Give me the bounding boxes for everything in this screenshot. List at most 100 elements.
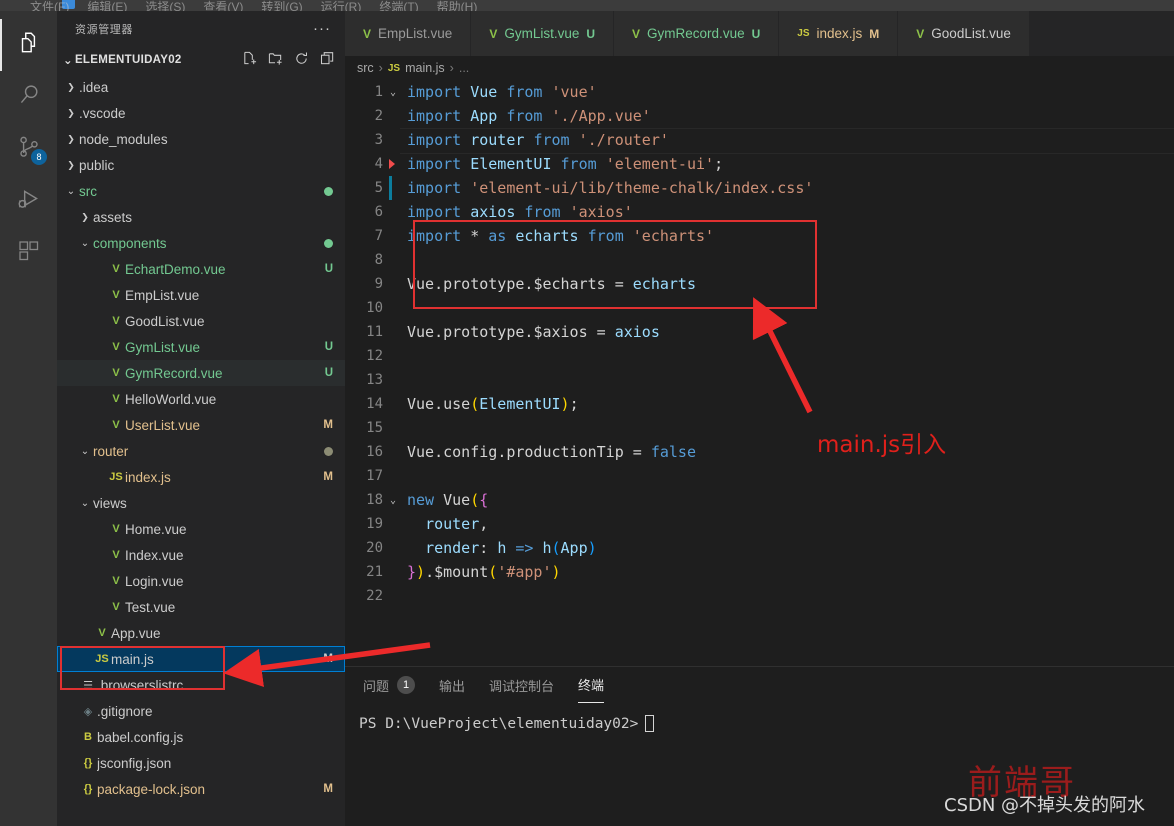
code-line[interactable]: 9 Vue.prototype.$echarts = echarts	[345, 272, 1174, 296]
code-line[interactable]: 19 router,	[345, 512, 1174, 536]
tree-item-echartdemo-vue[interactable]: V EchartDemo.vue U	[57, 256, 345, 282]
tree-item-test-vue[interactable]: V Test.vue	[57, 594, 345, 620]
code-line[interactable]: 1 ⌄ import Vue from 'vue'	[345, 80, 1174, 104]
tree-item-index-vue[interactable]: V Index.vue	[57, 542, 345, 568]
chevron-down-icon[interactable]: ⌄	[77, 238, 93, 249]
menu-item-terminal[interactable]: 终端(T)	[379, 0, 418, 11]
chevron-right-icon[interactable]: ❯	[63, 108, 79, 119]
tree-item-gymrecord-vue[interactable]: V GymRecord.vue U	[57, 360, 345, 386]
chevron-down-icon[interactable]: ⌄	[77, 498, 93, 509]
code-line[interactable]: 6 import axios from 'axios'	[345, 200, 1174, 224]
editor-tab-gymlist-vue[interactable]: V GymList.vue U	[471, 11, 615, 56]
collapse-all-icon[interactable]	[320, 51, 335, 69]
menu-item-file[interactable]: 文件(F)	[30, 0, 69, 11]
tree-item-idea[interactable]: ❯ .idea	[57, 74, 345, 100]
tree-item-src[interactable]: ⌄ src	[57, 178, 345, 204]
activity-item-explorer[interactable]	[0, 19, 57, 71]
code-line[interactable]: 18 ⌄ new Vue({	[345, 488, 1174, 512]
chevron-right-icon[interactable]: ❯	[77, 212, 93, 223]
code-line[interactable]: 8	[345, 248, 1174, 272]
explorer-root-row[interactable]: ⌄ ELEMENTUIDAY02	[57, 46, 345, 74]
code-line[interactable]: 17	[345, 464, 1174, 488]
chevron-right-icon[interactable]: ❯	[63, 82, 79, 93]
menu-item-help[interactable]: 帮助(H)	[437, 0, 478, 11]
editor-tab-emplist-vue[interactable]: V EmpList.vue	[345, 11, 472, 56]
tree-item-vscode[interactable]: ❯ .vscode	[57, 100, 345, 126]
tree-item-goodlist-vue[interactable]: V GoodList.vue	[57, 308, 345, 334]
panel-tab-调试控制台[interactable]: 调试控制台	[489, 667, 554, 703]
tree-item-app-vue[interactable]: V App.vue	[57, 620, 345, 646]
tree-item-views[interactable]: ⌄ views	[57, 490, 345, 516]
activity-item-search[interactable]	[0, 71, 57, 123]
menu-bar[interactable]: 文件(F) 编辑(E) 选择(S) 查看(V) 转到(G) 运行(R) 终端(T…	[0, 0, 1174, 11]
tree-item-helloworld-vue[interactable]: V HelloWorld.vue	[57, 386, 345, 412]
file-tree[interactable]: ❯ .idea ❯ .vscode ❯ node_modules ❯ public ⌄ src ❯ a…	[57, 74, 345, 802]
code-line[interactable]: 20 render: h => h(App)	[345, 536, 1174, 560]
tree-item-index-js[interactable]: JS index.js M	[57, 464, 345, 490]
panel-tab-问题[interactable]: 问题 1	[363, 667, 416, 703]
code-editor[interactable]: 1 ⌄ import Vue from 'vue' 2 import App from …	[345, 80, 1174, 680]
fold-chevron-icon[interactable]: ⌄	[383, 87, 403, 98]
activity-item-extensions[interactable]	[0, 227, 57, 279]
activity-item-source-control[interactable]: 8	[0, 123, 57, 175]
terminal-body[interactable]: PS D:\VueProject\elementuiday02>	[345, 703, 1174, 732]
panel-tab-输出[interactable]: 输出	[439, 667, 465, 703]
menu-bar-items[interactable]: 文件(F) 编辑(E) 选择(S) 查看(V) 转到(G) 运行(R) 终端(T…	[0, 0, 1174, 11]
tree-item-browserslistrc[interactable]: ☰ .browserslistrc	[57, 672, 345, 698]
fold-chevron-icon[interactable]: ⌄	[383, 495, 403, 506]
code-line[interactable]: 14 Vue.use(ElementUI);	[345, 392, 1174, 416]
menu-item-select[interactable]: 选择(S)	[145, 0, 185, 11]
tree-item-router[interactable]: ⌄ router	[57, 438, 345, 464]
menu-item-goto[interactable]: 转到(G)	[261, 0, 302, 11]
breadcrumb[interactable]: src › JS main.js › ...	[345, 56, 1174, 80]
tree-item-userlist-vue[interactable]: V UserList.vue M	[57, 412, 345, 438]
menu-item-view[interactable]: 查看(V)	[203, 0, 243, 11]
code-line[interactable]: 7 import * as echarts from 'echarts'	[345, 224, 1174, 248]
tree-item-package-lock-json[interactable]: {} package-lock.json M	[57, 776, 345, 802]
code-line[interactable]: 2 import App from './App.vue'	[345, 104, 1174, 128]
tree-item-components[interactable]: ⌄ components	[57, 230, 345, 256]
tree-item-emplist-vue[interactable]: V EmpList.vue	[57, 282, 345, 308]
tree-item-public[interactable]: ❯ public	[57, 152, 345, 178]
refresh-icon[interactable]	[294, 51, 309, 69]
chevron-right-icon[interactable]: ❯	[63, 134, 79, 145]
editor-tab-bar[interactable]: V EmpList.vue V GymList.vue U V GymRecord.vue U…	[345, 11, 1174, 56]
tree-item-node-modules[interactable]: ❯ node_modules	[57, 126, 345, 152]
editor-tab-index-js[interactable]: JS index.js M	[779, 11, 899, 56]
code-line[interactable]: 5 import 'element-ui/lib/theme-chalk/inde…	[345, 176, 1174, 200]
tree-item-gymlist-vue[interactable]: V GymList.vue U	[57, 334, 345, 360]
chevron-down-icon[interactable]: ⌄	[77, 446, 93, 457]
tree-item-assets[interactable]: ❯ assets	[57, 204, 345, 230]
code-line[interactable]: 22	[345, 584, 1174, 608]
editor-tab-goodlist-vue[interactable]: V GoodList.vue	[898, 11, 1030, 56]
new-file-icon[interactable]	[242, 51, 257, 69]
code-line[interactable]: 11 Vue.prototype.$axios = axios	[345, 320, 1174, 344]
tree-item-gitignore[interactable]: ◈ .gitignore	[57, 698, 345, 724]
tree-item-jsconfig-json[interactable]: {} jsconfig.json	[57, 750, 345, 776]
code-line[interactable]: 16 Vue.config.productionTip = false	[345, 440, 1174, 464]
explorer-more-actions-icon[interactable]: ···	[313, 20, 331, 37]
code-line[interactable]: 12	[345, 344, 1174, 368]
chevron-down-icon[interactable]: ⌄	[63, 53, 73, 67]
menu-item-edit[interactable]: 编辑(E)	[87, 0, 127, 11]
code-line[interactable]: 15	[345, 416, 1174, 440]
editor-tab-gymrecord-vue[interactable]: V GymRecord.vue U	[614, 11, 780, 56]
activity-item-run-debug[interactable]	[0, 175, 57, 227]
code-line[interactable]: 3 import router from './router'	[345, 128, 1174, 154]
tree-item-home-vue[interactable]: V Home.vue	[57, 516, 345, 542]
breadcrumb-tail[interactable]: ...	[459, 61, 469, 75]
code-line[interactable]: 21}).$mount('#app')	[345, 560, 1174, 584]
breadcrumb-file[interactable]: main.js	[405, 61, 445, 75]
menu-item-run[interactable]: 运行(R)	[321, 0, 362, 11]
chevron-right-icon[interactable]: ❯	[63, 160, 79, 171]
breadcrumb-root[interactable]: src	[357, 61, 374, 75]
new-folder-icon[interactable]	[268, 51, 283, 69]
code-line[interactable]: 13	[345, 368, 1174, 392]
tree-item-babel-config-js[interactable]: Bbabel.config.js	[57, 724, 345, 750]
panel-tab-终端[interactable]: 终端	[578, 667, 605, 703]
tree-item-login-vue[interactable]: V Login.vue	[57, 568, 345, 594]
code-line[interactable]: 10	[345, 296, 1174, 320]
tree-item-main-js[interactable]: JS main.js M	[57, 646, 345, 672]
chevron-down-icon[interactable]: ⌄	[63, 186, 79, 197]
panel-tab-bar[interactable]: 问题 1 输出 调试控制台 终端	[345, 667, 1174, 703]
